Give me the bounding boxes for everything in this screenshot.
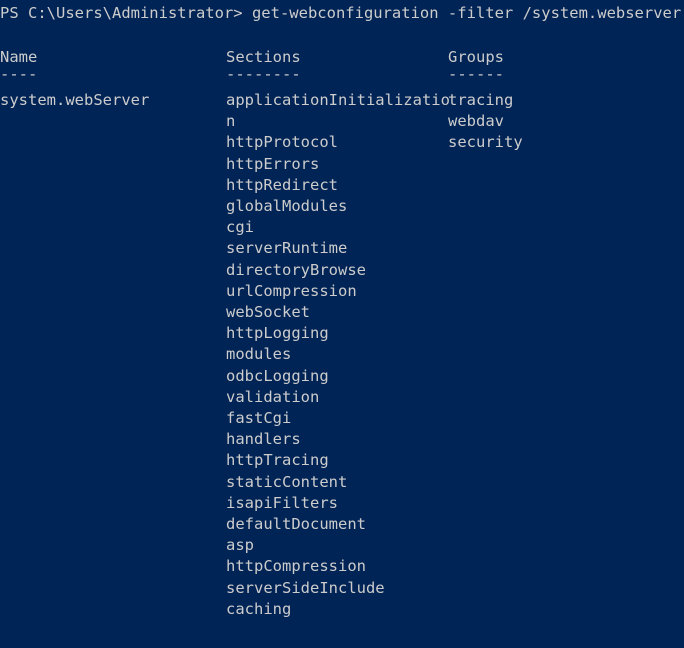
column-rule-sections: -------- [226, 65, 301, 83]
table-row: httpLogging [0, 323, 684, 344]
cell-section: httpRedirect [226, 175, 338, 194]
cell-group: webdav [448, 112, 504, 131]
cell-section: handlers [226, 430, 301, 449]
cell-section: httpCompression [226, 557, 366, 576]
powershell-console-window[interactable]: PS C:\Users\Administrator> get-webconfig… [0, 0, 684, 648]
table-row: defaultDocument [0, 514, 684, 535]
cell-group: security [448, 133, 523, 152]
prompt-command-text: PS C:\Users\Administrator> get-webconfig… [0, 4, 682, 22]
table-row: staticContent [0, 472, 684, 493]
table-row: directoryBrowse [0, 260, 684, 281]
cell-section: staticContent [226, 472, 348, 491]
table-row: globalModules [0, 196, 684, 217]
cell-section: httpLogging [226, 324, 329, 343]
cell-section: applicationInitializatio [226, 91, 450, 109]
table-row: urlCompression [0, 281, 684, 302]
cell-section: isapiFilters [226, 493, 338, 512]
table-row: caching [0, 599, 684, 620]
cell-section: httpErrors [226, 154, 320, 173]
table-row: validation [0, 387, 684, 408]
cell-section: caching [226, 599, 292, 618]
cell-group: tracing [448, 91, 514, 109]
table-header-rule-row: ---- -------- ------ [0, 64, 684, 85]
cell-section: directoryBrowse [226, 260, 366, 279]
table-row: serverSideInclude [0, 578, 684, 599]
prompt-line: PS C:\Users\Administrator> get-webconfig… [0, 3, 684, 24]
table-row: httpErrors [0, 154, 684, 175]
table-row: serverRuntime [0, 238, 684, 259]
table-row: httpTracing [0, 450, 684, 471]
cell-section: n [226, 112, 236, 131]
cell-name: system.webServer [0, 91, 150, 109]
table-row: n webdav [0, 111, 684, 132]
cell-section: odbcLogging [226, 366, 329, 385]
table-row: httpRedirect [0, 175, 684, 196]
table-row: httpProtocol security [0, 132, 684, 153]
cell-section: urlCompression [226, 281, 357, 300]
table-row: webSocket [0, 302, 684, 323]
table-row: cgi [0, 217, 684, 238]
cell-section: serverSideInclude [226, 578, 385, 597]
table-row: httpCompression [0, 556, 684, 577]
cell-section: globalModules [226, 197, 348, 215]
cell-section: webSocket [226, 303, 310, 321]
table-row: odbcLogging [0, 366, 684, 387]
table-row: modules [0, 344, 684, 365]
cell-section: asp [226, 536, 254, 555]
column-rule-groups: ------ [448, 65, 504, 83]
table-row: system.webServer applicationInitializatio… [0, 90, 684, 111]
cell-section: httpProtocol [226, 133, 338, 152]
table-row: handlers [0, 429, 684, 450]
column-rule-name: ---- [0, 65, 38, 83]
cell-section: httpTracing [226, 451, 329, 470]
cell-section: fastCgi [226, 409, 292, 427]
cell-section: serverRuntime [226, 239, 348, 258]
table-row: isapiFilters [0, 493, 684, 514]
cell-section: defaultDocument [226, 515, 366, 533]
cell-section: cgi [226, 218, 254, 237]
table-row: asp [0, 535, 684, 556]
table-row: fastCgi [0, 408, 684, 429]
cell-section: modules [226, 345, 292, 364]
cell-section: validation [226, 387, 320, 406]
